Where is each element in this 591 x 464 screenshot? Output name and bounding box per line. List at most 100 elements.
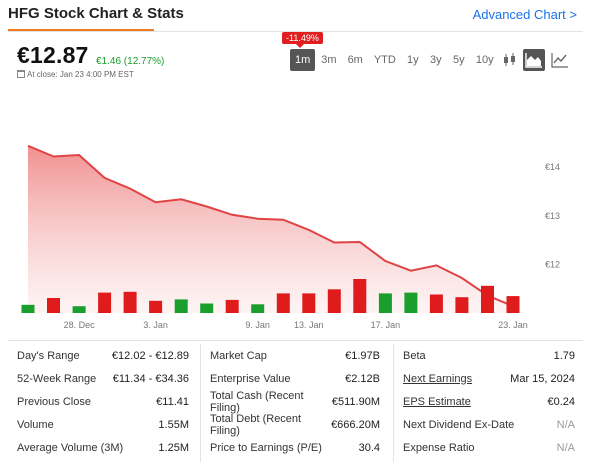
calendar-icon bbox=[17, 70, 25, 78]
x-tick-label: 17. Jan bbox=[371, 320, 401, 330]
volume-bar bbox=[72, 306, 86, 313]
volume-bar bbox=[455, 297, 469, 313]
stat-value: €666.20M bbox=[331, 418, 380, 431]
volume-bar bbox=[302, 293, 316, 313]
stat-label: Expense Ratio bbox=[403, 441, 475, 454]
stat-row: Price to Earnings (P/E) 30.4 bbox=[210, 436, 380, 459]
x-tick-label: 3. Jan bbox=[143, 320, 168, 330]
stat-label: Volume bbox=[17, 418, 54, 431]
volume-bar bbox=[404, 292, 418, 313]
stats-divider bbox=[8, 340, 583, 341]
line-chart-icon bbox=[551, 53, 568, 68]
y-tick-label: €14 bbox=[545, 162, 560, 172]
candlestick-icon bbox=[504, 53, 515, 66]
stat-label: Average Volume (3M) bbox=[17, 441, 124, 454]
stat-row: Enterprise Value €2.12B bbox=[210, 367, 380, 390]
advanced-chart-link[interactable]: Advanced Chart > bbox=[473, 7, 577, 22]
area-chart-button[interactable] bbox=[523, 49, 545, 71]
x-tick-label: 13. Jan bbox=[294, 320, 324, 330]
range-selector: 1m 3m 6m YTD 1y 3y 5y 10y bbox=[290, 49, 500, 71]
stat-value: €11.41 bbox=[156, 395, 189, 408]
stat-row: Expense Ratio N/A bbox=[403, 436, 575, 459]
next-earnings-link[interactable]: Next Earnings bbox=[403, 373, 472, 385]
stat-value: €0.24 bbox=[547, 395, 575, 408]
column-separator bbox=[200, 344, 201, 462]
close-note-text: At close: Jan 23 4:00 PM EST bbox=[27, 70, 134, 79]
current-price: €12.87 bbox=[17, 42, 89, 68]
stats-column-1: Day's Range €12.02 - €12.89 52-Week Range… bbox=[17, 344, 189, 459]
stat-label: Previous Close bbox=[17, 395, 91, 408]
volume-bar bbox=[123, 291, 137, 313]
stat-label: Price to Earnings (P/E) bbox=[210, 441, 322, 454]
stat-row: Volume 1.55M bbox=[17, 413, 189, 436]
page-title: HFG Stock Chart & Stats bbox=[8, 5, 184, 22]
volume-bar bbox=[353, 279, 367, 313]
range-3y[interactable]: 3y bbox=[425, 49, 447, 71]
stat-value: 30.4 bbox=[358, 441, 380, 454]
line-chart-button[interactable] bbox=[549, 49, 571, 71]
stats-column-2: Market Cap €1.97B Enterprise Value €2.12B … bbox=[210, 344, 380, 459]
stat-row: Day's Range €12.02 - €12.89 bbox=[17, 344, 189, 367]
stat-value: N/A bbox=[556, 418, 575, 431]
price-chart[interactable]: €14 €13 €12 28. Dec 3. Jan 9. Jan 13. Jan 17. … bbox=[8, 98, 588, 338]
stat-label: Day's Range bbox=[17, 349, 80, 362]
stat-row: Market Cap €1.97B bbox=[210, 344, 380, 367]
x-tick-label: 28. Dec bbox=[64, 320, 96, 330]
range-1m[interactable]: 1m bbox=[290, 49, 316, 71]
stat-value: 1.79 bbox=[553, 349, 575, 362]
volume-bar bbox=[276, 293, 290, 313]
stat-row: Beta 1.79 bbox=[403, 344, 575, 367]
volume-bar bbox=[98, 292, 112, 313]
y-tick-label: €12 bbox=[545, 259, 560, 269]
header: HFG Stock Chart & Stats Advanced Chart > bbox=[0, 0, 591, 30]
stat-row: Next Earnings Mar 15, 2024 bbox=[403, 367, 575, 390]
stat-row: Total Cash (Recent Filing) €511.90M bbox=[210, 389, 380, 414]
y-tick-label: €13 bbox=[545, 211, 560, 221]
stat-row: Average Volume (3M) 1.25M bbox=[17, 436, 189, 459]
stat-value: €11.34 - €34.36 bbox=[112, 372, 189, 385]
range-ytd[interactable]: YTD bbox=[369, 49, 401, 71]
stat-row: Next Dividend Ex-Date N/A bbox=[403, 413, 575, 436]
stat-label: Total Debt (Recent Filing) bbox=[210, 412, 302, 437]
stat-label: Next Dividend Ex-Date bbox=[403, 418, 515, 431]
volume-bar bbox=[200, 303, 214, 313]
range-6m[interactable]: 6m bbox=[343, 49, 368, 71]
column-separator bbox=[393, 344, 394, 462]
stat-row: Previous Close €11.41 bbox=[17, 390, 189, 413]
x-tick-label: 9. Jan bbox=[245, 320, 270, 330]
volume-bar bbox=[429, 294, 443, 313]
stat-label: Beta bbox=[403, 349, 426, 362]
range-1y[interactable]: 1y bbox=[402, 49, 424, 71]
stat-label: Market Cap bbox=[210, 349, 267, 362]
price-change: €1.46 (12.77%) bbox=[96, 56, 165, 67]
volume-bar bbox=[149, 300, 163, 313]
volume-bar bbox=[21, 304, 35, 313]
eps-estimate-link[interactable]: EPS Estimate bbox=[403, 396, 471, 408]
stat-value: 1.25M bbox=[158, 441, 189, 454]
stat-row: 52-Week Range €11.34 - €34.36 bbox=[17, 367, 189, 390]
volume-bar bbox=[174, 299, 188, 313]
stat-value: Mar 15, 2024 bbox=[510, 372, 575, 385]
x-tick-label: 23. Jan bbox=[498, 320, 528, 330]
stat-value: N/A bbox=[556, 441, 575, 454]
range-5y[interactable]: 5y bbox=[448, 49, 470, 71]
range-10y[interactable]: 10y bbox=[471, 49, 499, 71]
volume-bar bbox=[481, 285, 494, 313]
volume-bar bbox=[47, 298, 60, 313]
volume-bar bbox=[506, 296, 520, 313]
stat-label: 52-Week Range bbox=[17, 372, 97, 385]
stat-value: €12.02 - €12.89 bbox=[111, 349, 189, 362]
stat-row: Total Debt (Recent Filing) €666.20M bbox=[210, 412, 380, 437]
stat-label: Total Cash (Recent Filing) bbox=[210, 389, 304, 414]
stats-column-3: Beta 1.79 Next Earnings Mar 15, 2024 EPS E… bbox=[403, 344, 575, 459]
stat-row: EPS Estimate €0.24 bbox=[403, 390, 575, 413]
stat-value: 1.55M bbox=[158, 418, 189, 431]
close-note: At close: Jan 23 4:00 PM EST bbox=[17, 70, 134, 79]
volume-bar bbox=[225, 299, 239, 313]
volume-bar bbox=[327, 289, 341, 313]
stat-value: €511.90M bbox=[331, 395, 380, 408]
period-change-badge: -11.49% bbox=[282, 32, 323, 48]
range-3m[interactable]: 3m bbox=[316, 49, 341, 71]
candlestick-chart-button[interactable] bbox=[499, 49, 521, 71]
stat-value: €2.12B bbox=[345, 372, 380, 385]
